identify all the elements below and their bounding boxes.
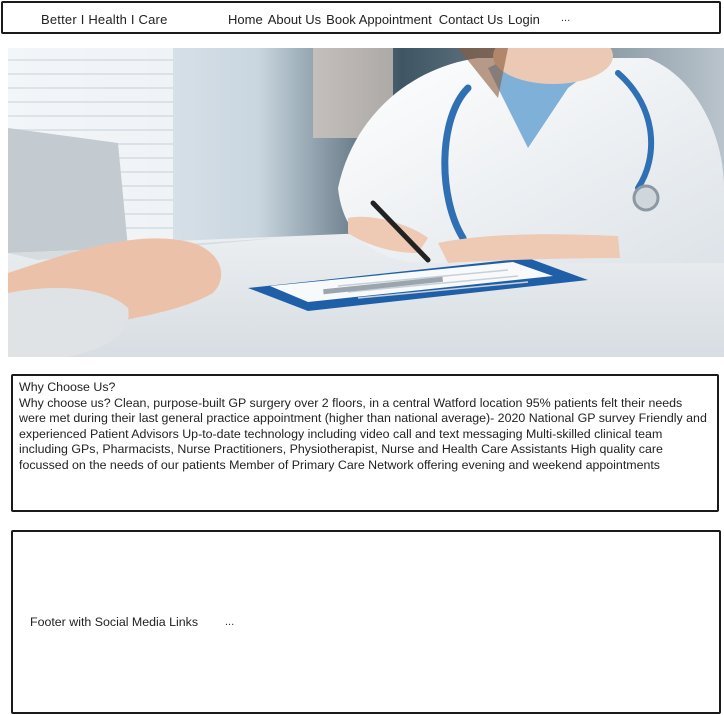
why-choose-us-text: Why choose us? Clean, purpose-built GP s… (19, 395, 707, 472)
brand-logo-text[interactable]: Better I Health I Care (41, 12, 168, 27)
why-choose-us-heading: Why Choose Us? (19, 380, 116, 394)
site-header: Better I Health I Care Home About Us Boo… (1, 1, 721, 34)
nav-about-us[interactable]: About Us (268, 12, 321, 27)
footer-more-ellipsis[interactable]: ... (225, 616, 234, 628)
nav-contact-us[interactable]: Contact Us (439, 12, 503, 27)
main-nav: Home About Us Book Appointment Contact U… (228, 12, 540, 27)
nav-more-ellipsis[interactable]: ... (561, 12, 570, 24)
doctor-consultation-illustration (8, 48, 724, 357)
hero-image (8, 48, 724, 357)
why-choose-us-section: Why Choose Us? Why choose us? Clean, pur… (11, 374, 719, 512)
footer-social-links-label: Footer with Social Media Links (30, 615, 199, 629)
nav-home[interactable]: Home (228, 12, 263, 27)
nav-login[interactable]: Login (508, 12, 540, 27)
nav-book-appointment[interactable]: Book Appointment (326, 12, 432, 27)
site-footer: Footer with Social Media Links ... (11, 530, 721, 714)
